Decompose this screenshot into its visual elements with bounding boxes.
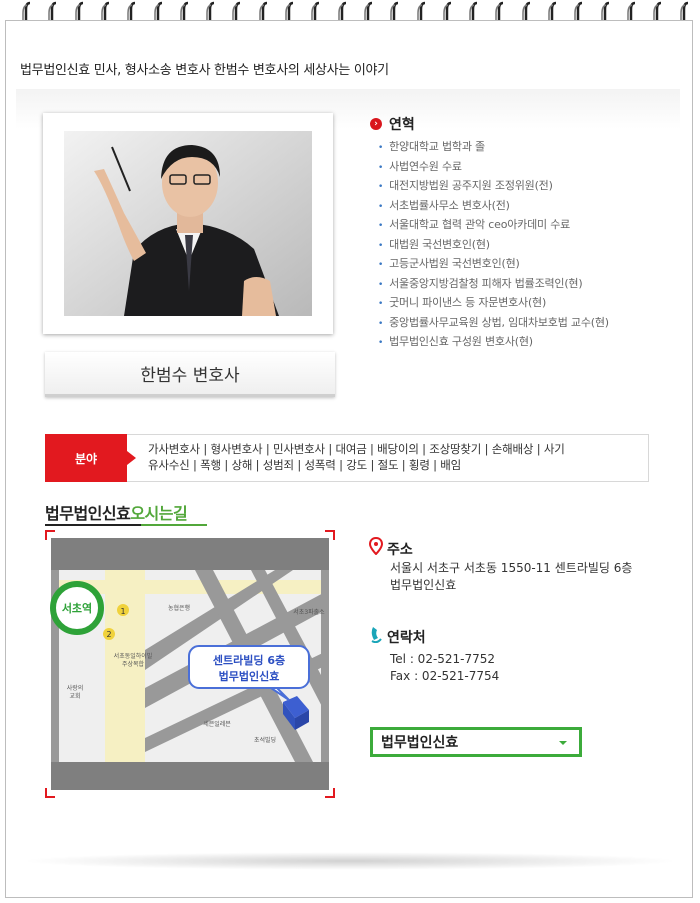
map-poi-label: 사랑의 — [67, 684, 84, 692]
location-pin-icon — [368, 536, 384, 559]
address-text: 서울시 서초구 서초동 1550-11 센트라빌딩 6층 법무법인신효 — [390, 560, 632, 594]
history-item-text: 고등군사법원 국선변호인(현) — [389, 257, 520, 270]
history-item: • 서울대학교 협력 관악 ceo아카데미 수료 — [378, 215, 609, 235]
chevron-down-icon — [559, 741, 567, 745]
bullet-icon: • — [378, 260, 384, 270]
practice-area-line: 가사변호사 | 형사변호사 | 민사변호사 | 대여금 | 배당이의 | 조상땅… — [148, 442, 565, 456]
lawyer-photo — [64, 131, 312, 316]
map-poi-label: 초석빌딩 — [254, 736, 276, 744]
map-callout-line: 법무법인신효 — [219, 669, 280, 683]
map-corner — [45, 788, 55, 798]
phone-icon — [369, 625, 383, 647]
bullet-icon: • — [378, 279, 384, 290]
office-select[interactable]: 법무법인신효 — [370, 727, 582, 757]
practice-area-line: 유사수신 | 폭행 | 상해 | 성범죄 | 성폭력 | 강도 | 절도 | 횡… — [148, 458, 462, 472]
map-poi-label: 서초3파출소 — [293, 608, 325, 616]
tel-number: Tel : 02-521-7752 — [390, 652, 496, 666]
history-item: • 서울중앙지방검찰청 피해자 법률조력인(현) — [378, 274, 609, 294]
map-poi-label: 서초동일하이빌 — [114, 652, 153, 660]
address-heading: 주소 — [387, 542, 413, 558]
map-poi-label: 농협은행 — [168, 604, 190, 612]
fax-number: Fax : 02-521-7754 — [390, 669, 500, 683]
bullet-icon: • — [378, 240, 384, 251]
history-item: • 고등군사법원 국선변호인(현) — [378, 254, 609, 274]
history-heading: › 연혁 — [370, 114, 415, 134]
bullet-icon: • — [378, 162, 384, 173]
history-item-text: 한양대학교 법학과 졸 — [389, 140, 485, 153]
practice-area-text: 가사변호사 | 형사변호사 | 민사변호사 | 대여금 | 배당이의 | 조상땅… — [148, 441, 643, 473]
practice-area-badge: 분야 — [45, 434, 136, 482]
address-line: 서울시 서초구 서초동 1550-11 센트라빌딩 6층 — [390, 561, 633, 575]
bullet-icon: • — [378, 143, 384, 153]
address-line: 법무법인신효 — [390, 578, 457, 592]
map-exit-label: 1 — [120, 607, 125, 616]
bottom-shadow — [20, 852, 680, 870]
map-poi-label: 세븐일레븐 — [203, 720, 231, 728]
history-item: • 사법연수원 수료 — [378, 157, 609, 177]
heading-underline-dark — [45, 524, 141, 526]
page-title: 법무법인신효 민사, 형사소송 변호사 한범수 변호사의 세상사는 이야기 — [20, 63, 389, 78]
history-item: • 법무법인신효 구성원 변호사(현) — [378, 332, 609, 352]
heading-underline-green — [141, 524, 207, 526]
directions-title-label: 오시는길 — [130, 504, 188, 523]
directions-title-firm: 법무법인신효 — [45, 504, 131, 523]
history-item-text: 사법연수원 수료 — [389, 159, 462, 173]
bullet-icon: • — [378, 182, 384, 192]
history-item-text: 굿머니 파이낸스 등 자문변호사(현) — [389, 296, 547, 309]
history-item-text: 법무법인신효 구성원 변호사(현) — [389, 335, 533, 348]
bullet-icon: • — [378, 201, 384, 212]
history-item: • 대전지방법원 공주지원 조정위원(전) — [378, 176, 609, 196]
map-poi-label: 주상복합 — [122, 660, 145, 668]
directions-heading: 법무법인신효오시는길 — [45, 500, 188, 524]
history-item-text: 서초법률사무소 변호사(전) — [389, 198, 510, 212]
bullet-icon: • — [378, 299, 384, 309]
history-item: • 한양대학교 법학과 졸 — [378, 137, 609, 157]
bullet-icon: • — [378, 338, 384, 348]
history-item-text: 대법원 국선변호인(현) — [389, 237, 490, 251]
history-item-text: 서울중앙지방검찰청 피해자 법률조력인(현) — [389, 276, 583, 290]
lawyer-name-plate: 한범수 변호사 — [45, 352, 335, 397]
map-corner — [325, 530, 335, 540]
history-item: • 대법원 국선변호인(현) — [378, 235, 609, 255]
location-map[interactable]: 서초역 1 2 농협은행 서초3파출소 서초동일하이빌 주상복합 사랑의 교회 … — [45, 530, 335, 798]
history-item-text: 서울대학교 협력 관악 ceo아카데미 수료 — [389, 218, 571, 231]
history-list: • 한양대학교 법학과 졸 • 사법연수원 수료 • 대전지방법원 공주지원 조정위원(전… — [378, 137, 609, 352]
history-item: • 서초법률사무소 변호사(전) — [378, 196, 609, 216]
map-poi-label: 교회 — [69, 692, 80, 700]
contact-text: Tel : 02-521-7752 Fax : 02-521-7754 — [390, 651, 499, 685]
map-station-label: 서초역 — [62, 601, 92, 615]
history-title-text: 연혁 — [389, 117, 415, 133]
map-callout-line: 센트라빌딩 6층 — [213, 653, 285, 667]
bullet-icon: • — [378, 318, 384, 329]
chevron-right-icon: › — [370, 118, 382, 130]
office-select-value: 법무법인신효 — [381, 735, 459, 751]
contact-heading: 연락처 — [387, 630, 426, 646]
map-corner — [325, 788, 335, 798]
map-corner — [45, 530, 55, 540]
history-item-text: 대전지방법원 공주지원 조정위원(전) — [389, 179, 553, 192]
bullet-icon: • — [378, 221, 384, 231]
history-item-text: 중앙법률사무교육원 상법, 임대차보호법 교수(현) — [389, 315, 609, 329]
history-item: • 굿머니 파이낸스 등 자문변호사(현) — [378, 293, 609, 313]
history-item: • 중앙법률사무교육원 상법, 임대차보호법 교수(현) — [378, 313, 609, 333]
map-exit-label: 2 — [106, 630, 111, 639]
profile-photo-frame — [43, 113, 333, 334]
